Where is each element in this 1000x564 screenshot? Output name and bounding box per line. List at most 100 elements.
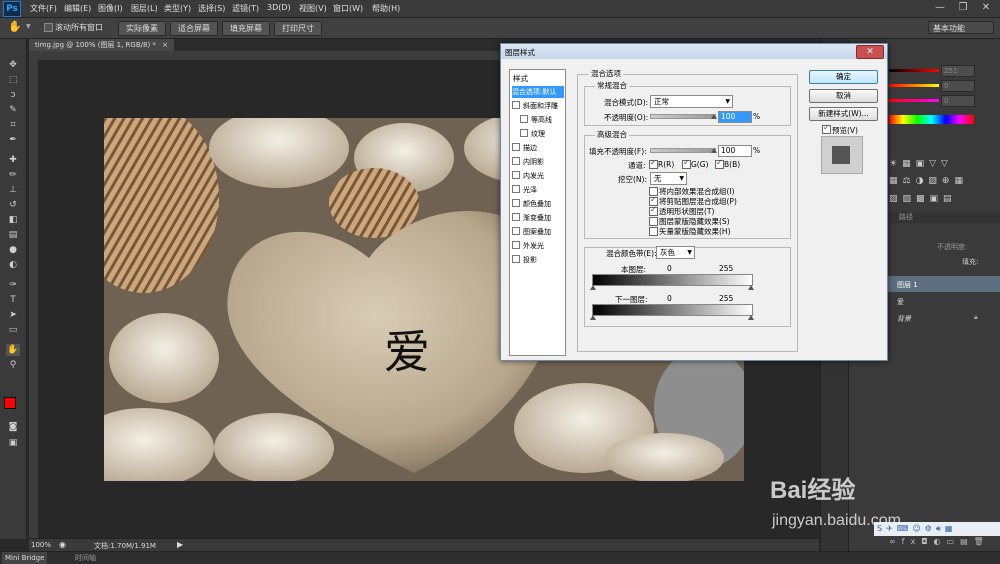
menu-3d[interactable]: 3D(D): [267, 3, 291, 12]
blue-value[interactable]: 0: [941, 95, 975, 107]
style-item-1[interactable]: 斜面和浮雕: [512, 100, 564, 112]
minimize-button[interactable]: —: [930, 1, 950, 15]
blur-tool-icon[interactable]: ●: [6, 244, 20, 256]
clone-stamp-tool-icon[interactable]: ⊥: [6, 184, 20, 196]
screen-mode-icon[interactable]: ▣: [6, 437, 20, 449]
blend-mode-select[interactable]: 正常 ▼: [650, 95, 733, 108]
menu-edit[interactable]: 编辑(E): [64, 3, 91, 14]
style-item-checkbox[interactable]: [512, 255, 520, 263]
style-item-6[interactable]: 内发光: [512, 170, 564, 182]
healing-brush-tool-icon[interactable]: ✚: [6, 154, 20, 166]
path-select-tool-icon[interactable]: ➤: [6, 309, 20, 321]
fill-opacity-input[interactable]: 100: [718, 145, 752, 157]
green-value[interactable]: 0: [941, 80, 975, 92]
style-item-checkbox[interactable]: [512, 185, 520, 193]
style-item-checkbox[interactable]: [512, 199, 520, 207]
opacity-input[interactable]: 100: [718, 111, 752, 123]
style-item-12[interactable]: 投影: [512, 254, 564, 266]
close-window-button[interactable]: ✕: [976, 1, 996, 15]
foreground-color-swatch[interactable]: [4, 397, 16, 409]
workspace-select[interactable]: 基本功能: [928, 21, 994, 34]
style-item-4[interactable]: 描边: [512, 142, 564, 154]
styles-header[interactable]: 样式: [513, 73, 528, 84]
menu-window[interactable]: 窗口(W): [333, 3, 363, 14]
eyedropper-tool-icon[interactable]: ✒: [6, 134, 20, 146]
style-item-checkbox[interactable]: [512, 213, 520, 221]
channel-b-checkbox[interactable]: [715, 158, 724, 169]
style-item-3[interactable]: 纹理: [512, 128, 564, 140]
print-size-button[interactable]: 打印尺寸: [274, 21, 322, 36]
zoom-level[interactable]: 100%: [31, 541, 51, 549]
eraser-tool-icon[interactable]: ◧: [6, 214, 20, 226]
menu-image[interactable]: 图像(I): [98, 3, 123, 14]
layer-row-1[interactable]: 图层 1: [879, 276, 1000, 292]
pen-tool-icon[interactable]: ✑: [6, 279, 20, 291]
new-style-button[interactable]: 新建样式(W)...: [809, 107, 878, 121]
dialog-close-button[interactable]: ✕: [856, 45, 884, 59]
green-slider[interactable]: [889, 84, 939, 87]
lasso-tool-icon[interactable]: ↄ: [6, 89, 20, 101]
menu-filter[interactable]: 滤镜(T): [232, 3, 259, 14]
fill-screen-button[interactable]: 填充屏幕: [222, 21, 270, 36]
dodge-tool-icon[interactable]: ◐: [6, 259, 20, 271]
status-menu-arrow-icon[interactable]: ▶: [177, 540, 183, 549]
style-item-checkbox[interactable]: [512, 143, 520, 151]
menu-select[interactable]: 选择(S): [198, 3, 225, 14]
crop-tool-icon[interactable]: ⌗: [6, 119, 20, 131]
style-item-checkbox[interactable]: [520, 129, 528, 137]
adjustment-icons-row-1[interactable]: ☀▦▣▽▽: [889, 159, 953, 169]
blend-if-select[interactable]: 灰色 ▼: [656, 246, 695, 259]
style-item-checkbox[interactable]: [512, 171, 520, 179]
restore-button[interactable]: ❐: [953, 1, 973, 15]
menu-layer[interactable]: 图层(L): [131, 3, 158, 14]
channel-g-checkbox[interactable]: [682, 158, 691, 169]
history-brush-tool-icon[interactable]: ↺: [6, 199, 20, 211]
brush-tool-icon[interactable]: ✏: [6, 169, 20, 181]
type-tool-icon[interactable]: T: [6, 294, 20, 306]
style-item-5[interactable]: 内阴影: [512, 156, 564, 168]
cancel-button[interactable]: 取消: [809, 89, 878, 103]
underlying-white-handle[interactable]: [748, 315, 754, 320]
marquee-tool-icon[interactable]: ⬚: [6, 74, 20, 86]
style-item-checkbox[interactable]: [512, 241, 520, 249]
underlying-gradient[interactable]: [592, 304, 753, 316]
style-item-10[interactable]: 图案叠加: [512, 226, 564, 238]
zoom-tool-icon[interactable]: ⚲: [6, 359, 20, 371]
menu-type[interactable]: 类型(Y): [164, 3, 191, 14]
knockout-select[interactable]: 无 ▼: [650, 172, 687, 185]
style-item-0[interactable]: 混合选项:默认: [512, 86, 564, 98]
red-value[interactable]: 251: [941, 65, 975, 77]
style-item-checkbox[interactable]: [512, 157, 520, 165]
opacity-slider-thumb[interactable]: [711, 114, 717, 119]
menu-help[interactable]: 帮助(H): [372, 3, 400, 14]
red-slider[interactable]: [889, 69, 939, 72]
move-tool-icon[interactable]: ✥: [6, 59, 20, 71]
gradient-tool-icon[interactable]: ▤: [6, 229, 20, 241]
timeline-tab[interactable]: 时间轴: [75, 552, 96, 564]
style-item-checkbox[interactable]: [512, 227, 520, 235]
layer-row-3[interactable]: 背景 🔒︎: [879, 310, 1000, 326]
paths-tab[interactable]: 路径: [899, 213, 913, 221]
quick-mask-icon[interactable]: ◙: [6, 421, 20, 433]
shape-tool-icon[interactable]: ▭: [6, 324, 20, 336]
layer-row-2[interactable]: 爱: [879, 293, 1000, 309]
ime-toolbar[interactable]: S✈⌨☺⚙🔊︎▦: [874, 522, 1000, 536]
style-item-2[interactable]: 等高线: [512, 114, 564, 126]
document-tab[interactable]: timg.jpg @ 100% (图层 1, RGB/8) * ×: [29, 39, 175, 51]
opacity-slider[interactable]: [650, 114, 716, 119]
fit-screen-button[interactable]: 适合屏幕: [170, 21, 218, 36]
advanced-option-checkbox-3[interactable]: [649, 217, 658, 226]
fill-opacity-slider-thumb[interactable]: [711, 148, 717, 153]
adjustment-icons-row-3[interactable]: ▨▨▩▣▤: [889, 194, 957, 204]
ok-button[interactable]: 确定: [809, 70, 878, 84]
preview-checkbox[interactable]: [822, 123, 831, 134]
style-item-7[interactable]: 光泽: [512, 184, 564, 196]
mini-bridge-tab[interactable]: Mini Bridge: [2, 552, 48, 564]
advanced-option-checkbox-4[interactable]: [649, 227, 658, 236]
dialog-titlebar[interactable]: 图层样式 ✕: [501, 44, 887, 59]
actual-pixels-button[interactable]: 实际像素: [118, 21, 166, 36]
underlying-black-handle[interactable]: [590, 315, 596, 320]
color-ramp[interactable]: [889, 115, 974, 124]
this-layer-gradient[interactable]: [592, 274, 753, 286]
menu-view[interactable]: 视图(V): [299, 3, 327, 14]
